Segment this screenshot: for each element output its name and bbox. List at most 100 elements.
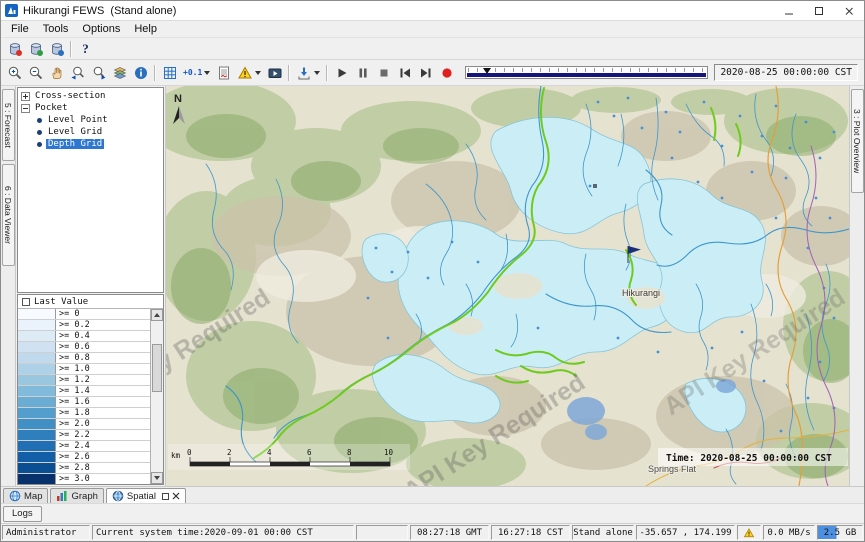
main-area: 5 : Forecast 6 : Data Viewer Cross-secti… bbox=[1, 86, 864, 486]
timeline-slider[interactable] bbox=[465, 66, 708, 79]
tree-node-level-grid[interactable]: Level Grid bbox=[18, 126, 163, 138]
status-warning[interactable] bbox=[737, 525, 761, 540]
export-movie-button[interactable] bbox=[264, 63, 285, 83]
pan-button[interactable] bbox=[46, 63, 67, 83]
tab-spatial[interactable]: Spatial bbox=[106, 488, 186, 503]
legend-scrollbar[interactable] bbox=[150, 309, 163, 484]
database-icon bbox=[49, 41, 65, 57]
database-green-button[interactable] bbox=[25, 39, 46, 59]
status-local-time: 16:27:18 CST bbox=[491, 525, 570, 540]
last-value-checkbox[interactable] bbox=[22, 298, 30, 306]
logs-button-label: Logs bbox=[12, 508, 33, 519]
tab-data-viewer[interactable]: 6 : Data Viewer bbox=[2, 164, 15, 266]
timeline-ticks bbox=[468, 68, 705, 72]
tree-node-depth-grid[interactable]: Depth Grid bbox=[18, 138, 163, 150]
time-text: Time: 2020-08-25 00:00:00 CST bbox=[666, 453, 832, 464]
help-button[interactable]: ? bbox=[75, 39, 96, 59]
map-canvas[interactable]: API Key Required API Key Required API Ke… bbox=[166, 86, 849, 486]
grid-value-label: +0.1 bbox=[183, 68, 202, 77]
minimize-button[interactable] bbox=[774, 1, 804, 20]
tree-node-pocket[interactable]: Pocket bbox=[18, 102, 163, 114]
warning-display-button[interactable] bbox=[234, 63, 264, 83]
tree-node-cross-section[interactable]: Cross-section bbox=[18, 90, 163, 102]
info-button[interactable] bbox=[130, 63, 151, 83]
grid-icon bbox=[162, 65, 178, 81]
legend-list: >= 0 >= 0.2 >= 0.4 >= 0.6 >= 0.8 >= 1.0 … bbox=[18, 309, 150, 484]
play-button[interactable] bbox=[331, 63, 352, 83]
layers-button[interactable] bbox=[109, 63, 130, 83]
maximize-button[interactable] bbox=[804, 1, 834, 20]
skip-to-start-button[interactable] bbox=[394, 63, 415, 83]
status-system-time: Current system time:2020-09-01 00:00 CST bbox=[92, 525, 354, 540]
legend-swatch bbox=[18, 342, 56, 352]
scroll-down-icon[interactable] bbox=[151, 472, 163, 484]
skip-to-end-button[interactable] bbox=[415, 63, 436, 83]
tab-forecast[interactable]: 5 : Forecast bbox=[2, 89, 15, 161]
menu-help[interactable]: Help bbox=[127, 21, 164, 37]
legend-swatch bbox=[18, 375, 56, 385]
status-coordinates: -35.657 , 174.199 bbox=[636, 525, 735, 540]
menu-tools[interactable]: Tools bbox=[36, 21, 76, 37]
timeline-bar bbox=[467, 73, 706, 77]
grid-button[interactable] bbox=[159, 63, 180, 83]
logs-button[interactable]: Logs bbox=[3, 506, 42, 522]
toolbar-separator bbox=[154, 65, 156, 81]
zoom-out-button[interactable] bbox=[25, 63, 46, 83]
legend-swatch bbox=[18, 397, 56, 407]
legend-label: >= 0.8 bbox=[56, 353, 150, 363]
grid-display-button[interactable]: +0.1 bbox=[180, 63, 213, 83]
legend-swatch bbox=[18, 353, 56, 363]
close-icon[interactable] bbox=[172, 492, 180, 500]
dropdown-caret-icon bbox=[204, 71, 210, 75]
map-time-label: Time: 2020-08-25 00:00:00 CST bbox=[658, 448, 848, 466]
legend-swatch bbox=[18, 331, 56, 341]
pause-button[interactable] bbox=[352, 63, 373, 83]
scale-tick: 6 bbox=[307, 448, 312, 457]
dropdown-caret-icon bbox=[314, 71, 320, 75]
legend-row: >= 1.8 bbox=[18, 408, 150, 419]
database-blue-button[interactable] bbox=[46, 39, 67, 59]
tree-node-label: Level Point bbox=[46, 115, 110, 125]
status-bar: Administrator Current system time:2020-0… bbox=[1, 523, 864, 541]
expand-icon[interactable] bbox=[21, 92, 30, 101]
scroll-track[interactable] bbox=[151, 321, 163, 472]
dropdown-caret-icon bbox=[255, 71, 261, 75]
tab-plot-overview[interactable]: 3 : Plot Overview bbox=[851, 89, 864, 193]
stop-button[interactable] bbox=[373, 63, 394, 83]
zoom-out-icon bbox=[28, 65, 44, 81]
zoom-previous-button[interactable] bbox=[67, 63, 88, 83]
zoom-in-icon bbox=[7, 65, 23, 81]
scroll-thumb[interactable] bbox=[152, 344, 162, 392]
right-tab-strip: 3 : Plot Overview bbox=[849, 86, 864, 486]
legend-label: >= 2.2 bbox=[56, 430, 150, 440]
tab-map[interactable]: Map bbox=[3, 488, 48, 503]
scale-tick: 0 bbox=[187, 448, 192, 457]
legend-row: >= 1.0 bbox=[18, 364, 150, 375]
record-button[interactable] bbox=[436, 63, 457, 83]
collapse-icon[interactable] bbox=[21, 104, 30, 113]
globe-icon bbox=[112, 490, 124, 502]
menu-bar: File Tools Options Help bbox=[1, 21, 864, 38]
tab-graph-label: Graph bbox=[71, 491, 97, 502]
import-button[interactable] bbox=[293, 63, 323, 83]
report-button[interactable] bbox=[213, 63, 234, 83]
restore-icon[interactable] bbox=[162, 493, 169, 500]
view-tab-bar: Map Graph Spatial bbox=[1, 486, 864, 503]
tab-graph[interactable]: Graph bbox=[50, 488, 103, 503]
current-time-display: 2020-08-25 00:00:00 CST bbox=[714, 64, 858, 81]
town-label: Hikurangi bbox=[622, 288, 660, 298]
menu-options[interactable]: Options bbox=[75, 21, 127, 37]
scroll-up-icon[interactable] bbox=[151, 309, 163, 321]
legend-row: >= 2.2 bbox=[18, 430, 150, 441]
map-image: API Key Required API Key Required API Ke… bbox=[166, 86, 849, 486]
legend-label: >= 2.0 bbox=[56, 419, 150, 429]
database-red-button[interactable] bbox=[4, 39, 25, 59]
zoom-in-button[interactable] bbox=[4, 63, 25, 83]
map-toolbar: +0.1 2020-08-25 00:00:00 CST bbox=[1, 60, 864, 86]
zoom-next-button[interactable] bbox=[88, 63, 109, 83]
tree-node-level-point[interactable]: Level Point bbox=[18, 114, 163, 126]
legend-label: >= 3.0 bbox=[56, 474, 150, 484]
zoom-next-icon bbox=[91, 65, 107, 81]
close-button[interactable] bbox=[834, 1, 864, 20]
menu-file[interactable]: File bbox=[4, 21, 36, 37]
